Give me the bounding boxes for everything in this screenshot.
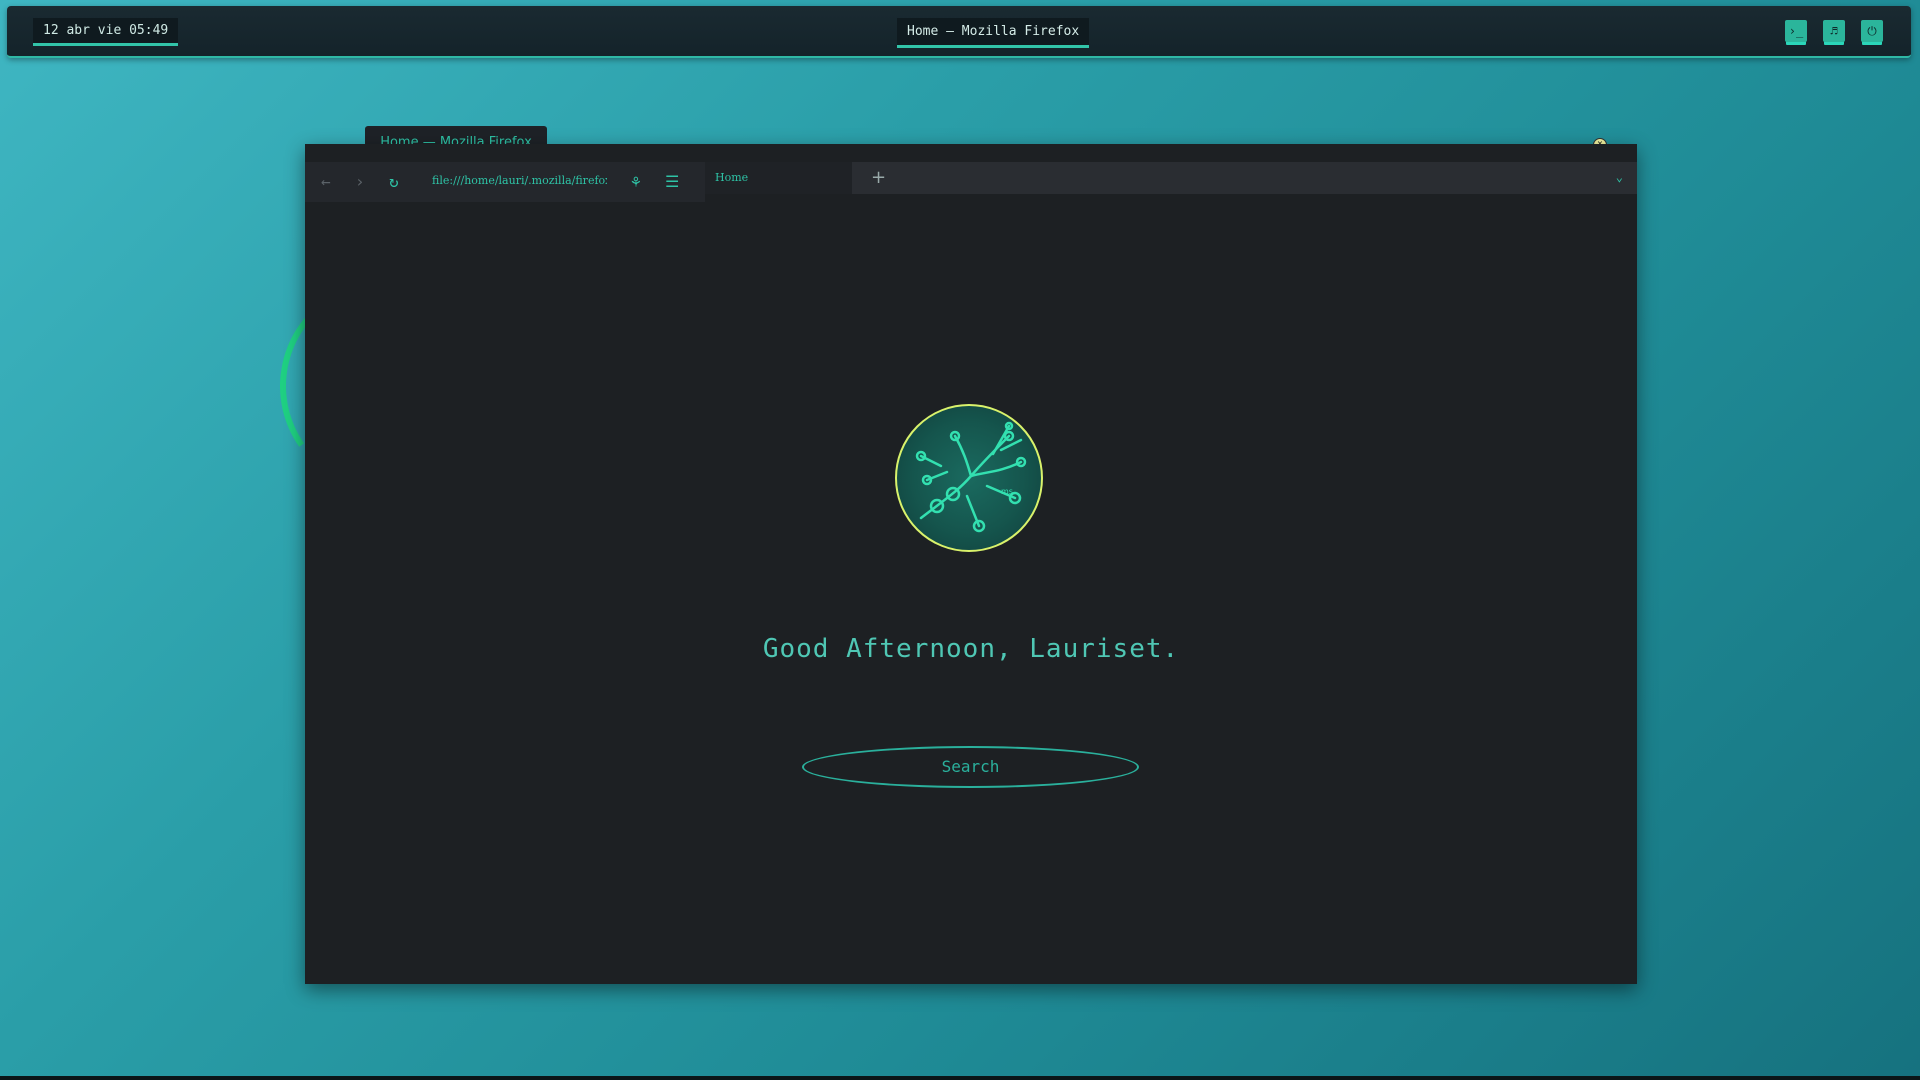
menu-icon[interactable]: ☰ bbox=[665, 172, 679, 191]
new-tab-button[interactable]: + bbox=[871, 167, 886, 188]
circuit-tree-graphic: ms bbox=[915, 421, 1027, 533]
bottom-edge bbox=[0, 1076, 1920, 1080]
tab-list-chevron-icon[interactable]: ⌄ bbox=[1616, 170, 1623, 184]
browser-window: ← › ↻ file:///home/lauri/.mozilla/firefo… bbox=[305, 144, 1637, 984]
greeting-heading: Good Afternoon, Lauriset. bbox=[762, 634, 1180, 664]
url-bar[interactable]: file:///home/lauri/.mozilla/firefox/ bbox=[432, 174, 607, 187]
power-icon[interactable]: ⏻ bbox=[1861, 20, 1883, 42]
active-window-title[interactable]: Home — Mozilla Firefox bbox=[897, 18, 1090, 48]
forward-arrow-icon[interactable]: › bbox=[355, 172, 365, 191]
svg-text:ms: ms bbox=[1001, 487, 1013, 496]
panel-buttons: ›_ ♬ ⏻ bbox=[1785, 20, 1883, 42]
music-icon[interactable]: ♬ bbox=[1823, 20, 1845, 42]
reload-icon[interactable]: ↻ bbox=[389, 172, 399, 191]
tab-home[interactable]: Home bbox=[705, 162, 852, 194]
top-panel: 12 abr vie 05:49 Home — Mozilla Firefox … bbox=[7, 6, 1911, 58]
navigation-bar: ← › ↻ file:///home/lauri/.mozilla/firefo… bbox=[305, 162, 705, 202]
terminal-icon[interactable]: ›_ bbox=[1785, 20, 1807, 42]
circuit-tree-logo: ms bbox=[895, 404, 1043, 552]
tab-strip: Home + ⌄ bbox=[705, 162, 1637, 194]
search-input[interactable]: Search bbox=[802, 746, 1139, 788]
clock[interactable]: 12 abr vie 05:49 bbox=[33, 18, 179, 46]
back-arrow-icon[interactable]: ← bbox=[321, 172, 331, 191]
extensions-icon[interactable]: ⚘ bbox=[631, 172, 641, 191]
